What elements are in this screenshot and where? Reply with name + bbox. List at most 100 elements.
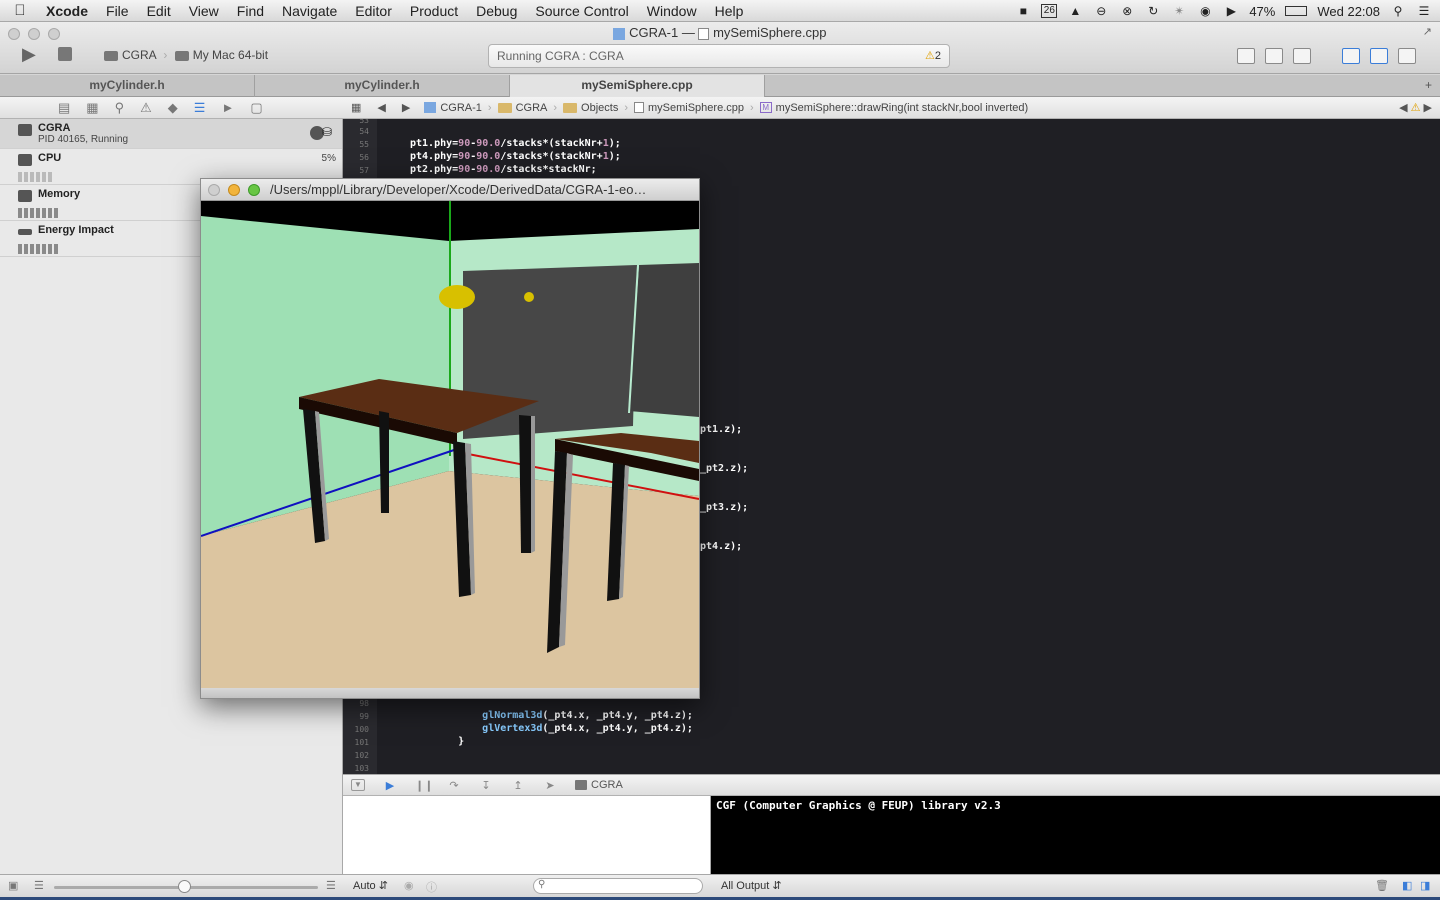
debug-target[interactable]: CGRA [575,779,623,791]
menu-editor[interactable]: Editor [346,3,401,19]
battery-icon[interactable] [1285,6,1308,16]
breadcrumb-group[interactable]: CGRA [492,102,554,114]
database-icon[interactable]: ⛁ [322,125,332,139]
forward-arrow-icon[interactable]: ▶ [394,101,418,114]
breadcrumb-project[interactable]: CGRA-1 [418,102,488,114]
warning-icon: ⚠ [1410,102,1421,114]
bluetooth-icon[interactable]: ✴ [1171,4,1187,18]
location-icon[interactable]: ➤ [543,779,557,792]
step-over-icon[interactable]: ↷ [447,779,461,792]
hide-debug-area-icon[interactable]: ▼ [351,779,365,791]
scheme-selector[interactable]: CGRA › My Mac 64-bit [104,48,268,62]
fullscreen-icon[interactable]: ↗ [1423,25,1432,38]
menu-edit[interactable]: Edit [138,3,180,19]
activity-viewer[interactable]: Running CGRA : CGRA ⚠2 [488,44,950,68]
toggle-utilities-icon[interactable] [1398,48,1416,64]
eye-icon[interactable]: ◉ [404,879,414,892]
split-left-icon[interactable]: ◧ [1402,879,1412,892]
test-navigator-icon[interactable]: ◆ [168,100,178,116]
version-editor-icon[interactable] [1293,48,1311,64]
line-number: 101 [354,738,369,747]
close-window-button[interactable] [208,184,220,196]
menu-source-control[interactable]: Source Control [526,3,637,19]
menu-debug[interactable]: Debug [467,3,526,19]
standard-editor-icon[interactable] [1237,48,1255,64]
previous-issue-icon[interactable]: ◀ [1399,102,1407,114]
symbol-navigator-icon[interactable]: ▦ [86,100,98,116]
breakpoint-navigator-icon[interactable]: ► [221,100,234,115]
breadcrumb-method[interactable]: MmySemiSphere::drawRing(int stackNr,bool… [754,102,1035,114]
related-items-icon[interactable]: ▦ [343,101,369,114]
menu-navigate[interactable]: Navigate [273,3,346,19]
cross-circle-icon[interactable]: ⊗ [1119,4,1135,18]
spotlight-search-icon[interactable]: ⚲ [1390,4,1406,18]
breadcrumb-folder-label: Objects [581,101,619,114]
log-navigator-icon[interactable]: ▢ [250,100,262,116]
opengl-window[interactable]: /Users/mppl/Library/Developer/Xcode/Deri… [200,178,700,699]
calendar-icon[interactable]: 26 [1041,4,1058,18]
menu-product[interactable]: Product [401,3,467,19]
apple-icon[interactable]:  [0,2,40,19]
breakpoints-toggle-icon[interactable]: ▶ [383,779,397,792]
energy-icon [18,229,32,235]
stop-button[interactable] [58,47,72,61]
toggle-navigator-icon[interactable] [1342,48,1360,64]
menu-window[interactable]: Window [638,3,706,19]
split-right-icon[interactable]: ◨ [1420,879,1430,892]
step-out-icon[interactable]: ↥ [511,779,525,792]
issue-navigator-icon[interactable]: ⚠ [140,100,152,116]
zoom-window-button[interactable] [248,184,260,196]
clock[interactable]: Wed 22:08 [1317,4,1380,19]
breadcrumb-method-label: mySemiSphere::drawRing(int stackNr,bool … [775,101,1029,114]
tab-mycylinder-h-2[interactable]: myCylinder.h [255,75,510,97]
variables-view[interactable] [343,796,711,874]
project-file-icon [613,27,626,40]
tab-mysemisphere-cpp[interactable]: mySemiSphere.cpp [510,75,765,97]
pause-icon[interactable]: ❙❙ [415,779,433,792]
menu-lines-icon[interactable]: ☰ [326,879,336,892]
opengl-window-titlebar[interactable]: /Users/mppl/Library/Developer/Xcode/Deri… [201,179,699,201]
battery-percent[interactable]: 47% [1249,4,1275,19]
sync-icon[interactable]: ⊖ [1093,4,1109,18]
tab-mycylinder-h-1[interactable]: myCylinder.h [0,75,255,97]
list-icon[interactable]: ☰ [34,879,44,892]
step-into-icon[interactable]: ↧ [479,779,493,792]
breadcrumb-folder[interactable]: Objects [557,102,624,114]
minimize-window-button[interactable] [228,184,240,196]
menu-file[interactable]: File [97,3,138,19]
menu-app[interactable]: Xcode [40,3,97,19]
variables-scope-select[interactable]: Auto ⇵ [353,879,388,892]
menu-view[interactable]: View [180,3,228,19]
warning-badge[interactable]: ⚠2 [925,49,941,62]
console-output[interactable]: CGF (Computer Graphics @ FEUP) library v… [711,796,1440,874]
menu-help[interactable]: Help [706,3,753,19]
time-machine-icon[interactable]: ↻ [1145,4,1161,18]
search-icon[interactable]: ⚲ [115,100,125,116]
wifi-icon[interactable]: ◉ [1197,4,1213,18]
chat-icon[interactable]: ■ [1015,4,1031,18]
volume-icon[interactable]: ▶ [1223,4,1239,18]
app-icon [18,124,32,136]
info-icon[interactable]: ⓘ [426,879,437,895]
add-tab-button[interactable]: + [765,75,1440,97]
menu-find[interactable]: Find [228,3,273,19]
folder-icon[interactable]: ▤ [58,100,70,116]
breadcrumb-file[interactable]: mySemiSphere.cpp [628,102,750,114]
debug-navigator-icon[interactable]: ☰ [194,100,206,116]
search-filter-input[interactable]: ⚲ [533,878,703,894]
slider-knob[interactable] [178,880,191,893]
filter-process-icon[interactable]: ▣ [8,879,18,892]
toggle-debug-area-icon[interactable] [1370,48,1388,64]
run-button[interactable]: ▶ [22,44,42,64]
next-issue-icon[interactable]: ▶ [1424,102,1432,114]
hat-icon[interactable]: ▲ [1067,4,1083,18]
output-select[interactable]: All Output ⇵ [721,879,782,892]
assistant-editor-icon[interactable] [1265,48,1283,64]
issue-navigation[interactable]: ◀ ⚠ ▶ [1399,101,1432,114]
search-icon: ⚲ [538,879,546,890]
notification-center-icon[interactable]: ☰ [1416,4,1432,18]
opengl-canvas[interactable] [201,201,699,688]
back-arrow-icon[interactable]: ◀ [369,101,393,114]
trash-icon[interactable]: 🗑 [1375,879,1389,892]
process-row[interactable]: CGRA PID 40165, Running ⛁ [0,119,342,149]
